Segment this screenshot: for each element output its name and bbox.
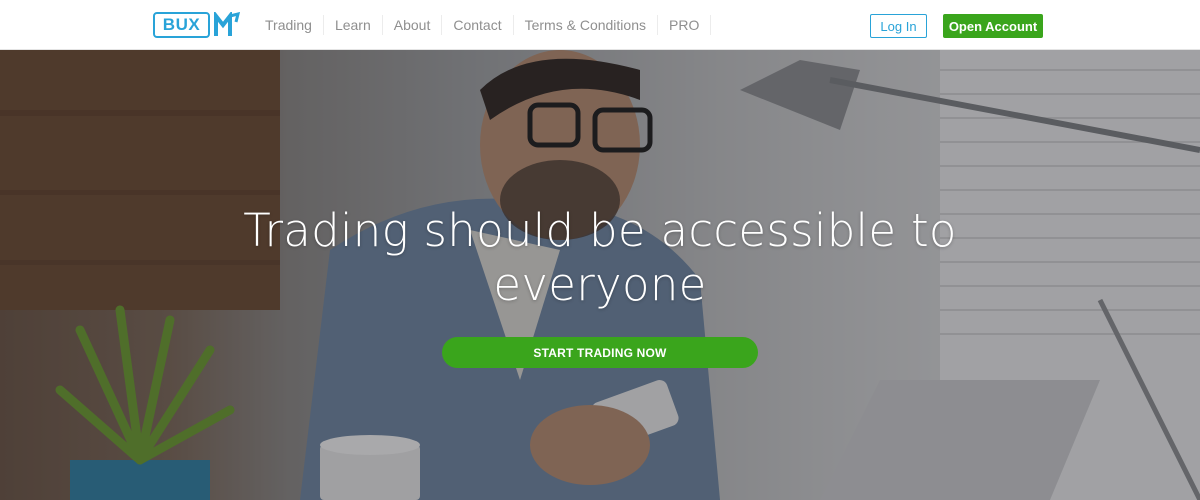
- nav-item-contact[interactable]: Contact: [441, 15, 512, 35]
- hero-title-line-2: everyone: [493, 258, 707, 311]
- bux-logo-wordmark: BUX: [153, 12, 210, 38]
- nav-item-about[interactable]: About: [381, 15, 442, 35]
- login-button[interactable]: Log In: [870, 14, 927, 38]
- hero-title: Trading should be accessible to everyone: [200, 204, 1000, 312]
- top-navigation-bar: BUX Trading Learn About Contact Terms & …: [0, 0, 1200, 50]
- hero-section: Trading should be accessible to everyone…: [0, 50, 1200, 500]
- bux-m-mark-icon: [214, 12, 240, 36]
- start-trading-button[interactable]: START TRADING NOW: [442, 337, 758, 368]
- nav-item-terms-conditions[interactable]: Terms & Conditions: [512, 15, 657, 35]
- bux-logo[interactable]: BUX: [153, 12, 240, 38]
- hero-title-line-1: Trading should be accessible to: [243, 204, 957, 257]
- nav-item-learn[interactable]: Learn: [322, 15, 382, 35]
- main-nav: Trading Learn About Contact Terms & Cond…: [254, 15, 712, 35]
- nav-item-trading[interactable]: Trading: [254, 15, 323, 35]
- open-account-button[interactable]: Open Account: [943, 14, 1043, 38]
- nav-item-pro[interactable]: PRO: [657, 15, 712, 35]
